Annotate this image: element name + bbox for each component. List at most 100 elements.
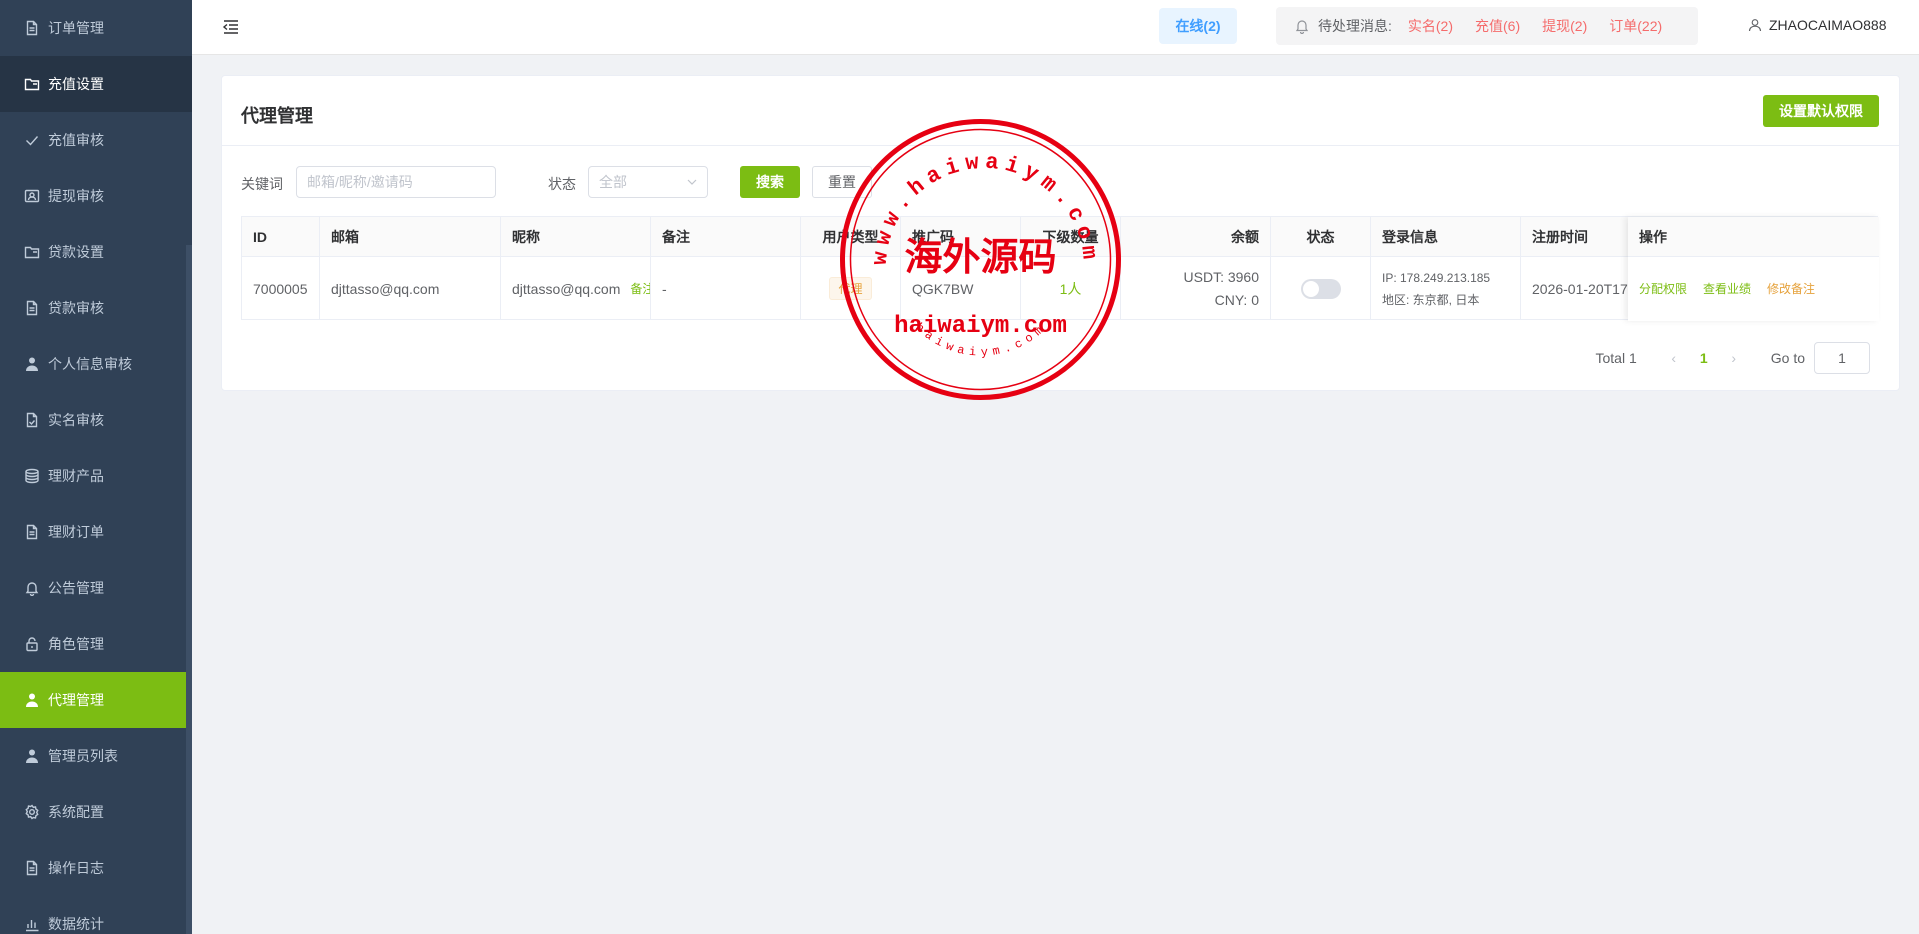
sidebar-item-roles[interactable]: 角色管理 bbox=[0, 616, 192, 672]
filter-bar: 关键词 邮箱/昵称/邀请码 状态 全部 搜索 重置 bbox=[241, 166, 941, 198]
sidebar-item-admins[interactable]: 管理员列表 bbox=[0, 728, 192, 784]
user-menu[interactable]: ZHAOCAIMAO888 bbox=[1748, 17, 1886, 33]
pending-withdraw-link[interactable]: 提现(2) bbox=[1542, 16, 1587, 36]
agent-management-card: 代理管理 设置默认权限 关键词 邮箱/昵称/邀请码 状态 全部 搜索 重置 ID… bbox=[221, 75, 1900, 391]
login-region: 地区: 东京都, 日本 bbox=[1382, 292, 1480, 307]
sidebar-menu: 订单管理充值设置充值审核提现审核贷款设置贷款审核个人信息审核 实名审核理财产品理财… bbox=[0, 0, 192, 934]
document-icon bbox=[24, 300, 40, 316]
bell-icon bbox=[24, 580, 40, 596]
edit-remark-link[interactable]: 修改备注 bbox=[1767, 280, 1815, 297]
sidebar-item-loan-settings[interactable]: 贷款设置 bbox=[0, 224, 192, 280]
sidebar-item-orders[interactable]: 订单管理 bbox=[0, 0, 192, 56]
col-email: 邮箱 bbox=[320, 217, 501, 256]
pagination-total: Total 1 bbox=[1595, 350, 1637, 366]
pending-label: 待处理消息: bbox=[1318, 18, 1392, 34]
id-card-icon bbox=[24, 188, 40, 204]
sidebar-item-statistics[interactable]: 数据统计 bbox=[0, 896, 192, 934]
document-icon bbox=[24, 20, 40, 36]
username: ZHAOCAIMAO888 bbox=[1769, 17, 1887, 33]
sidebar-item-label: 实名审核 bbox=[48, 412, 104, 428]
cell-sub-count: 1人 bbox=[1021, 257, 1121, 320]
sidebar-item-label: 系统配置 bbox=[48, 804, 104, 820]
status-toggle[interactable] bbox=[1300, 278, 1341, 299]
toggle-knob bbox=[1302, 280, 1319, 297]
sidebar-item-label: 公告管理 bbox=[48, 580, 104, 596]
goto-page-input[interactable] bbox=[1814, 342, 1870, 374]
sidebar-item-agents[interactable]: 代理管理 bbox=[0, 672, 192, 728]
pending-recharge-link[interactable]: 充值(6) bbox=[1475, 16, 1520, 36]
bell-icon bbox=[1295, 20, 1309, 34]
cell-actions: 分配权限 查看业绩 修改备注 bbox=[1628, 257, 1879, 320]
set-default-permission-button[interactable]: 设置默认权限 bbox=[1763, 95, 1879, 127]
prev-page-icon[interactable]: ‹ bbox=[1659, 350, 1689, 366]
sidebar-item-personal-info-review[interactable]: 个人信息审核 bbox=[0, 336, 192, 392]
coins-icon bbox=[24, 468, 40, 484]
sidebar-item-label: 数据统计 bbox=[48, 916, 104, 932]
sidebar-item-system-config[interactable]: 系统配置 bbox=[0, 784, 192, 840]
check-icon bbox=[24, 132, 40, 148]
keyword-input[interactable]: 邮箱/昵称/邀请码 bbox=[296, 166, 496, 198]
sidebar-item-label: 充值审核 bbox=[48, 132, 104, 148]
sidebar-item-finance-products[interactable]: 理财产品 bbox=[0, 448, 192, 504]
goto-label: Go to bbox=[1770, 350, 1805, 366]
folder-icon bbox=[24, 244, 40, 260]
user-icon bbox=[1748, 19, 1762, 32]
card-header: 代理管理 设置默认权限 bbox=[222, 76, 1899, 146]
sidebar-scrollbar[interactable] bbox=[186, 245, 192, 934]
col-remark: 备注 bbox=[651, 217, 801, 256]
page-number[interactable]: 1 bbox=[1689, 350, 1719, 366]
reset-button[interactable]: 重置 bbox=[812, 166, 872, 198]
pending-realname-link[interactable]: 实名(2) bbox=[1408, 16, 1453, 36]
balance-cny: CNY: 0 bbox=[1214, 291, 1259, 308]
view-performance-link[interactable]: 查看业绩 bbox=[1703, 280, 1751, 297]
cell-user-type: 代理 bbox=[801, 257, 901, 320]
sidebar-item-label: 操作日志 bbox=[48, 860, 104, 876]
document-icon bbox=[24, 524, 40, 540]
user-icon bbox=[24, 692, 40, 708]
sidebar-item-label: 角色管理 bbox=[48, 636, 104, 652]
sidebar-item-label: 代理管理 bbox=[48, 692, 104, 708]
gear-icon bbox=[24, 804, 40, 820]
login-ip: IP: 178.249.213.185 bbox=[1382, 270, 1491, 285]
top-header: 在线(2) 待处理消息: 实名(2) 充值(6) 提现(2) 订单(22) ZH… bbox=[192, 0, 1919, 55]
collapse-menu-icon[interactable] bbox=[222, 18, 240, 36]
sidebar-item-operation-log[interactable]: 操作日志 bbox=[0, 840, 192, 896]
sidebar-item-withdraw-review[interactable]: 提现审核 bbox=[0, 168, 192, 224]
assign-permission-link[interactable]: 分配权限 bbox=[1639, 280, 1687, 297]
sidebar-item-realname-review[interactable]: 实名审核 bbox=[0, 392, 192, 448]
next-page-icon[interactable]: › bbox=[1719, 350, 1749, 366]
sidebar-item-loan-review[interactable]: 贷款审核 bbox=[0, 280, 192, 336]
cell-status bbox=[1271, 257, 1371, 320]
pending-order-link[interactable]: 订单(22) bbox=[1609, 16, 1662, 36]
cell-remark: - bbox=[651, 257, 801, 320]
sidebar-item-label: 个人信息审核 bbox=[48, 356, 132, 372]
sidebar: 订单管理充值设置充值审核提现审核贷款设置贷款审核个人信息审核 实名审核理财产品理财… bbox=[0, 0, 192, 934]
nickname-remark-tag[interactable]: 备注 bbox=[630, 280, 650, 297]
status-label: 状态 bbox=[548, 176, 576, 192]
agent-table: ID 邮箱 昵称 备注 用户类型 推广码 下级数量 余额 状态 登录信息 注册时… bbox=[241, 216, 1879, 321]
col-user-type: 用户类型 bbox=[801, 217, 901, 256]
col-sub-count: 下级数量 bbox=[1021, 217, 1121, 256]
cell-login-info: IP: 178.249.213.185 地区: 东京都, 日本 bbox=[1371, 257, 1521, 320]
lock-icon bbox=[24, 636, 40, 652]
online-count-badge[interactable]: 在线(2) bbox=[1159, 8, 1237, 44]
sidebar-item-finance-orders[interactable]: 理财订单 bbox=[0, 504, 192, 560]
nickname-text: djttasso@qq.com bbox=[512, 280, 621, 297]
sidebar-item-announcements[interactable]: 公告管理 bbox=[0, 560, 192, 616]
col-nickname: 昵称 bbox=[501, 217, 651, 256]
pagination: Total 1 ‹ 1 › Go to bbox=[1595, 342, 1870, 374]
sub-count-link[interactable]: 1人 bbox=[1060, 279, 1082, 299]
col-actions: 操作 bbox=[1628, 217, 1879, 257]
sidebar-item-recharge-review[interactable]: 充值审核 bbox=[0, 112, 192, 168]
col-balance: 余额 bbox=[1121, 217, 1271, 256]
status-select[interactable]: 全部 bbox=[588, 166, 708, 198]
sidebar-item-label: 理财订单 bbox=[48, 524, 104, 540]
folder-icon bbox=[24, 76, 40, 92]
search-button[interactable]: 搜索 bbox=[740, 166, 800, 198]
sidebar-item-recharge-settings[interactable]: 充值设置 bbox=[0, 56, 192, 112]
balance-usdt: USDT: 3960 bbox=[1183, 268, 1259, 285]
sidebar-item-label: 管理员列表 bbox=[48, 748, 118, 764]
sidebar-item-label: 贷款设置 bbox=[48, 244, 104, 260]
sidebar-item-label: 充值设置 bbox=[48, 76, 104, 92]
actions-fixed-column: 操作 分配权限 查看业绩 修改备注 bbox=[1628, 217, 1879, 321]
